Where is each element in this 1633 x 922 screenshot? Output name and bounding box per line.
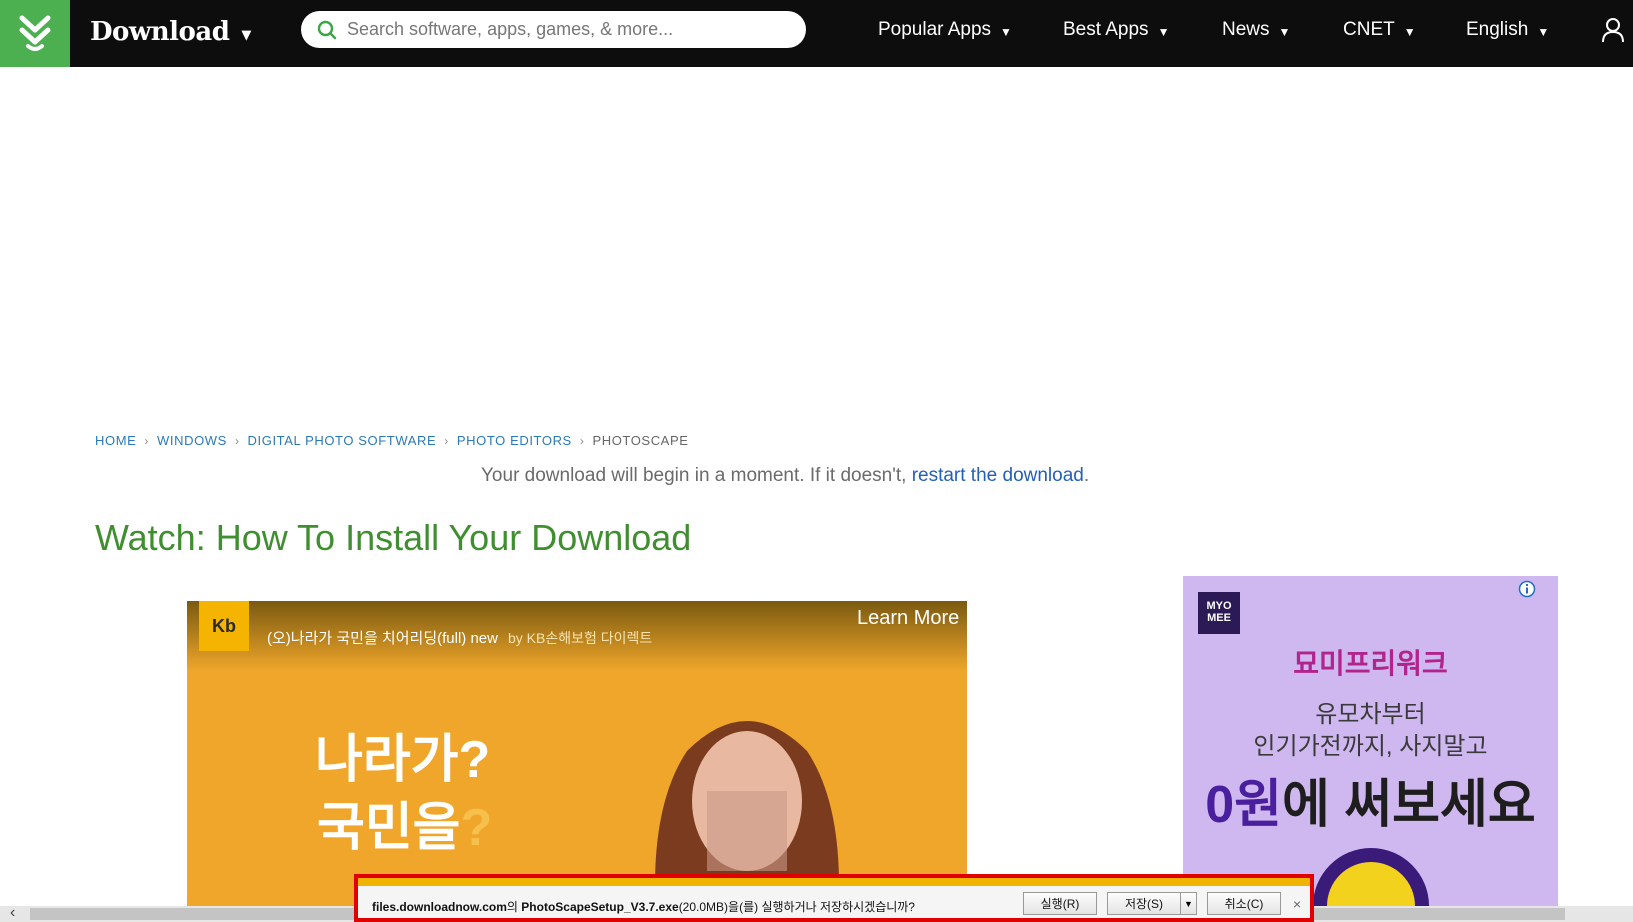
download-message-text: Your download will begin in a moment. If… [481, 465, 912, 486]
download-message: Your download will begin in a moment. If… [481, 465, 1089, 487]
chevron-down-icon: ▼ [1157, 25, 1170, 39]
save-button[interactable]: 저장(S) [1107, 892, 1181, 915]
nav-popular-apps[interactable]: Popular Apps ▼ [878, 0, 1012, 60]
close-icon[interactable]: × [1293, 896, 1301, 912]
chevron-down-icon: ▼ [1000, 25, 1012, 39]
video-headline-1: 나라가? [315, 731, 491, 789]
page: Download ▼ Popular Apps ▼ Best Apps ▼ Ne… [0, 0, 1633, 922]
download-filename: PhotoScapeSetup_V3.7.exe [521, 900, 679, 914]
side-ad-brand: 묘미프리워크 [1293, 648, 1448, 679]
page-title: Watch: How To Install Your Download [95, 517, 692, 558]
search-box[interactable] [301, 11, 806, 48]
download-particle: 의 [506, 900, 522, 914]
chevron-right-icon: › [579, 433, 585, 448]
chevron-right-icon: › [234, 433, 240, 448]
side-ad[interactable]: MYO MEE 묘미프리워크 유모차부터 인기가전까지, 사지말고 0원에 써보… [1183, 576, 1558, 922]
top-navbar: Download ▼ Popular Apps ▼ Best Apps ▼ Ne… [0, 0, 1633, 67]
breadcrumb-home[interactable]: HOME [95, 433, 136, 448]
download-domain: files.downloadnow.com [372, 900, 507, 914]
chevron-right-icon: › [144, 433, 150, 448]
video-by: by KB손해보험 다이렉트 [507, 630, 653, 646]
nav-label: News [1222, 19, 1270, 40]
brand-menu[interactable]: Download ▼ [90, 14, 251, 50]
user-account-icon[interactable] [1601, 17, 1625, 43]
kb-logo: Kb [199, 601, 249, 651]
cancel-button[interactable]: 취소(C) [1207, 892, 1281, 915]
caret-down-icon: ▼ [1184, 898, 1193, 909]
save-options-dropdown[interactable]: ▼ [1180, 892, 1197, 915]
nav-label: Popular Apps [878, 19, 992, 40]
side-ad-line-3-rest: 에 써보세요 [1282, 776, 1536, 834]
search-icon [317, 20, 337, 39]
chevron-down-icon: ▼ [1278, 25, 1291, 39]
breadcrumb-photo-editors[interactable]: PHOTO EDITORS [457, 433, 572, 448]
nav-best-apps[interactable]: Best Apps ▼ [1063, 0, 1169, 60]
kb-logo-text: Kb [212, 615, 236, 636]
download-message-suffix: . [1083, 465, 1090, 486]
site-logo[interactable] [0, 0, 70, 67]
chevron-down-icon: ▼ [1403, 25, 1416, 39]
download-bar-accent [358, 878, 1310, 886]
scroll-left-icon[interactable]: ‹ [10, 904, 15, 922]
breadcrumb-digital-photo-software[interactable]: DIGITAL PHOTO SOFTWARE [248, 433, 437, 448]
nav-news[interactable]: News ▼ [1222, 0, 1290, 60]
ad-info-icon[interactable] [1518, 580, 1536, 598]
breadcrumb-windows[interactable]: WINDOWS [157, 433, 227, 448]
run-button[interactable]: 실행(R) [1023, 892, 1097, 915]
side-ad-line-3: 0원에 써보세요 [1183, 762, 1558, 837]
breadcrumb: HOME › WINDOWS › DIGITAL PHOTO SOFTWARE … [95, 433, 689, 448]
restart-download-link[interactable]: restart the download [912, 465, 1084, 486]
download-prompt-text: files.downloadnow.com의 PhotoScapeSetup_V… [372, 898, 915, 915]
download-notification-bar: files.downloadnow.com의 PhotoScapeSetup_V… [354, 874, 1314, 922]
chevron-down-icon: ▼ [1537, 25, 1550, 39]
download-question: 을(를) 실행하거나 저장하시겠습니까? [728, 900, 915, 914]
breadcrumb-current: PHOTOSCAPE [592, 433, 689, 448]
side-ad-line-1: 유모차부터 [1315, 701, 1426, 728]
video-headline-2-text: 국민을 [317, 799, 461, 857]
nav-cnet[interactable]: CNET ▼ [1343, 0, 1416, 60]
download-size: (20.0MB) [678, 900, 729, 914]
myomee-logo: MYO MEE [1198, 592, 1240, 634]
brand-name: Download [90, 17, 230, 47]
chevron-down-icon: ▼ [241, 27, 251, 43]
search-input[interactable] [347, 19, 787, 40]
nav-label: CNET [1343, 19, 1395, 40]
video-headline-2-q: ? [460, 799, 493, 857]
side-ad-line-2: 인기가전까지, 사지말고 [1253, 733, 1488, 760]
video-headline-2: 국민을? [317, 785, 492, 860]
nav-label: English [1466, 19, 1529, 40]
nav-label: Best Apps [1063, 19, 1149, 40]
download-logo-icon [19, 15, 51, 51]
nav-language[interactable]: English ▼ [1466, 0, 1549, 60]
video-title: (오)나라가 국민을 치어리딩(full) new by KB손해보험 다이렉트 [267, 627, 652, 648]
learn-more-link[interactable]: Learn More [857, 607, 959, 630]
video-title-text: (오)나라가 국민을 치어리딩(full) new [267, 630, 498, 647]
side-ad-zero: 0원 [1205, 776, 1283, 834]
chevron-right-icon: › [444, 433, 449, 448]
